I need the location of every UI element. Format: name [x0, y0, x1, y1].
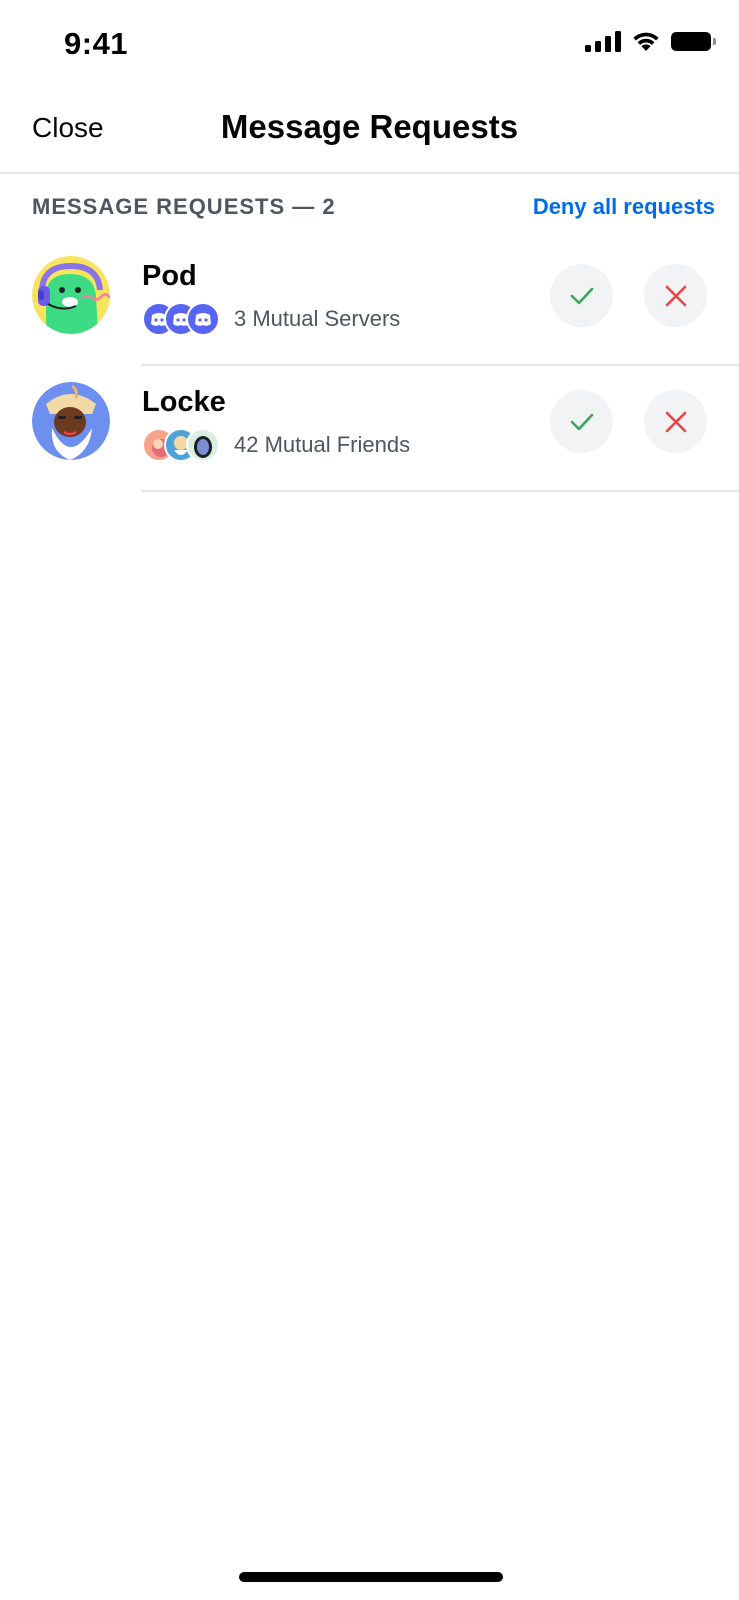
cellular-signal-icon — [585, 30, 621, 52]
mutual-server-icons — [142, 302, 220, 336]
mutual-info: 3 Mutual Servers — [142, 302, 400, 336]
checkmark-icon — [570, 413, 593, 430]
mutual-friend-avatars — [142, 428, 220, 462]
deny-request-button[interactable] — [644, 264, 707, 327]
deny-all-requests-link[interactable]: Deny all requests — [533, 194, 715, 220]
deny-request-button[interactable] — [644, 390, 707, 453]
status-icons — [585, 30, 716, 52]
mutual-servers-text: 3 Mutual Servers — [234, 306, 401, 331]
wifi-icon — [633, 32, 659, 51]
accept-request-button[interactable] — [550, 264, 613, 327]
status-bar: 9:41 — [0, 0, 739, 88]
accept-request-button[interactable] — [550, 390, 613, 453]
avatar — [32, 382, 110, 460]
green-alien-headset-avatar — [32, 256, 110, 334]
status-time: 9:41 — [64, 26, 129, 61]
row-divider — [142, 490, 739, 492]
avatar — [32, 256, 110, 334]
home-indicator[interactable] — [239, 1572, 503, 1582]
checkmark-icon — [570, 287, 593, 304]
discord-server-icon — [186, 302, 220, 336]
page-title: Message Requests — [220, 108, 519, 145]
mutual-info: 42 Mutual Friends — [142, 428, 410, 462]
close-x-icon — [665, 285, 686, 306]
request-row[interactable]: Locke 42 Mutual Friends — [0, 366, 739, 492]
friend-avatar — [186, 428, 220, 462]
bearded-character-avatar — [32, 382, 110, 460]
section-header: MESSAGE REQUESTS — 2 — [32, 194, 336, 219]
nav-header: Close Message Requests — [0, 88, 739, 174]
battery-icon — [671, 31, 716, 51]
username: Locke — [142, 386, 226, 418]
mutual-friends-text: 42 Mutual Friends — [234, 432, 411, 457]
close-x-icon — [665, 411, 686, 432]
username: Pod — [142, 260, 197, 292]
request-row[interactable]: Pod 3 Mutual Servers — [0, 240, 739, 366]
